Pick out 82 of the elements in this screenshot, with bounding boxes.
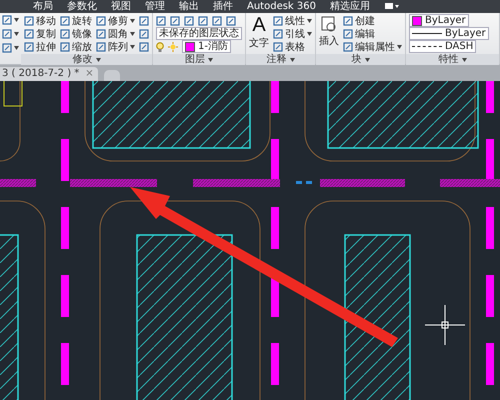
insert-block-icon — [320, 14, 338, 34]
tool-icon — [184, 16, 194, 26]
tool-icon — [96, 42, 106, 52]
menu-item[interactable]: 管理 — [138, 0, 172, 13]
menu-item[interactable]: 精选应用 — [322, 0, 377, 13]
tool-icon — [60, 16, 70, 26]
tool-icon — [226, 16, 236, 26]
ribbon-tool-button[interactable]: 旋转 — [60, 14, 92, 28]
tool-icon — [60, 42, 70, 52]
caret-icon — [307, 32, 312, 36]
ribbon-tool-button[interactable]: 圆角 — [96, 26, 135, 40]
tool-icon — [60, 28, 70, 38]
menu-item[interactable]: 布局 — [26, 0, 60, 13]
tool-icon — [273, 16, 283, 26]
panel-title[interactable]: 注释 — [246, 54, 315, 65]
caret-icon — [208, 58, 213, 62]
tool-icon — [212, 16, 222, 26]
tool-icon — [343, 16, 353, 26]
color-dropdown[interactable]: ByLayer — [409, 14, 469, 27]
tool-icon — [343, 42, 353, 52]
tool-icon — [156, 16, 166, 26]
caret-icon — [14, 32, 19, 36]
ribbon-tool-button[interactable]: 移动 — [24, 14, 56, 28]
menu-item[interactable]: 插件 — [206, 0, 240, 13]
tool-icon — [2, 43, 12, 53]
menu-item[interactable]: 视图 — [104, 0, 138, 13]
menu-item[interactable]: 参数化 — [60, 0, 104, 13]
caret-icon — [307, 18, 312, 22]
ribbon-tool-button[interactable]: 表格 — [273, 40, 305, 54]
caret-icon — [130, 18, 135, 22]
file-tab[interactable]: 3 ( 2018-7-2 ) * × — [0, 67, 98, 81]
ribbon-tool-button[interactable]: 缩放 — [60, 40, 92, 54]
layer-dropdown[interactable]: 1-消防 — [182, 40, 231, 53]
ribbon-tool-button[interactable]: 创建 — [343, 14, 375, 28]
crosshair-cursor-icon — [424, 304, 466, 346]
ribbon-tool-button[interactable]: 阵列 — [96, 40, 135, 54]
ribbon-tool-button[interactable]: 编辑 — [343, 26, 375, 40]
sun-icon — [168, 42, 178, 52]
menu-item[interactable]: 输出 — [172, 0, 206, 13]
ribbon-tool-button[interactable]: 镜像 — [60, 26, 92, 40]
tool-icon — [139, 16, 149, 26]
big-tool-button[interactable]: 插入 — [319, 14, 339, 48]
caret-icon — [397, 44, 402, 48]
panel-title[interactable]: 修改 — [21, 54, 152, 65]
tool-icon — [24, 42, 34, 52]
caret-icon — [290, 58, 294, 62]
ribbon-tool-button[interactable]: 线性 — [273, 14, 312, 28]
tool-icon — [139, 42, 149, 52]
lineweight-dropdown[interactable]: ByLayer — [409, 27, 489, 40]
layer-state-dropdown[interactable]: 未保存的图层状态 — [156, 27, 242, 40]
ribbon-tool-button[interactable]: 编辑属性 — [343, 40, 402, 54]
panel-title[interactable]: 块 — [316, 54, 405, 65]
tool-icon — [273, 42, 283, 52]
caret-icon — [364, 58, 370, 62]
lightbulb-icon — [156, 42, 164, 52]
caret-icon — [14, 46, 19, 50]
tool-icon — [273, 28, 283, 38]
tool-icon — [96, 16, 106, 26]
ribbon-tool-button[interactable]: 复制 — [24, 26, 56, 40]
panel-title[interactable]: 特性 — [406, 54, 499, 65]
caret-icon — [130, 44, 135, 48]
linetype-dropdown[interactable]: DASH — [409, 40, 476, 53]
tool-icon — [139, 28, 149, 38]
tool-icon — [343, 28, 353, 38]
caret-icon — [130, 32, 135, 36]
tool-icon — [198, 16, 208, 26]
workspace-icon[interactable] — [384, 3, 399, 10]
ribbon-tool-button[interactable]: 引线 — [273, 26, 312, 40]
caret-icon — [14, 18, 19, 22]
panel-title[interactable]: 图层 — [153, 54, 245, 65]
tool-icon — [24, 28, 34, 38]
ribbon-tool-button[interactable]: 修剪 — [96, 14, 135, 28]
caret-icon — [96, 58, 100, 62]
menu-item[interactable]: Autodesk 360 — [240, 0, 323, 13]
tool-icon — [2, 15, 12, 25]
tool-icon — [2, 29, 12, 39]
tool-icon — [24, 16, 34, 26]
tool-icon — [96, 28, 106, 38]
ribbon-tool-button[interactable]: 拉伸 — [24, 40, 56, 54]
big-tool-button[interactable]: A 文字 — [249, 14, 269, 50]
tool-icon — [170, 16, 180, 26]
caret-icon — [462, 58, 466, 62]
